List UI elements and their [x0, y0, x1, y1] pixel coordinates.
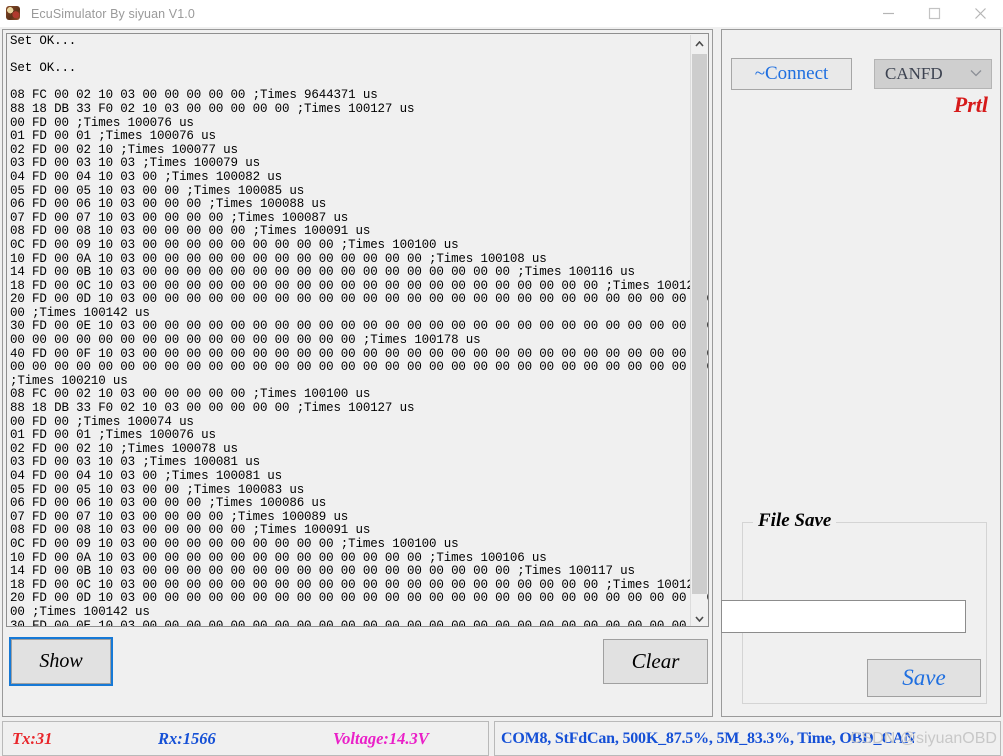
protocol-label: Prtl — [953, 92, 988, 117]
status-bar: Tx:31 Rx:1566 Voltage:14.3V COM8, StFdCa… — [0, 721, 1003, 756]
application-window: EcuSimulator By siyuan V1.0 Set OK... Se… — [0, 0, 1003, 756]
connection-config-text: COM8, StFdCan, 500K_87.5%, 5M_83.3%, Tim… — [501, 729, 916, 747]
chevron-down-icon[interactable] — [691, 610, 708, 626]
tx-counter: Tx:31 — [12, 728, 53, 748]
voltage-readout: Voltage:14.3V — [333, 728, 429, 748]
chevron-down-icon — [970, 69, 982, 80]
maximize-icon[interactable] — [911, 0, 957, 27]
main-content: Set OK... Set OK... 08 FC 00 02 10 03 00… — [0, 27, 1003, 721]
status-counters: Tx:31 Rx:1566 Voltage:14.3V — [2, 721, 489, 756]
title-bar: EcuSimulator By siyuan V1.0 — [0, 0, 1003, 28]
protocol-select-value: CANFD — [885, 64, 943, 83]
scrollbar-thumb[interactable] — [692, 54, 707, 594]
window-title: EcuSimulator By siyuan V1.0 — [31, 6, 195, 21]
log-panel: Set OK... Set OK... 08 FC 00 02 10 03 00… — [2, 29, 713, 717]
log-output-area[interactable]: Set OK... Set OK... 08 FC 00 02 10 03 00… — [6, 33, 709, 627]
chevron-up-icon[interactable] — [691, 35, 708, 52]
rx-counter: Rx:1566 — [158, 728, 216, 748]
window-controls — [865, 0, 1003, 27]
clear-button[interactable]: Clear — [603, 639, 708, 684]
connect-button[interactable]: ~Connect — [731, 58, 852, 90]
status-config: COM8, StFdCan, 500K_87.5%, 5M_83.3%, Tim… — [494, 721, 1001, 756]
log-scrollbar[interactable] — [690, 35, 708, 626]
close-icon[interactable] — [957, 0, 1003, 27]
file-path-input[interactable] — [721, 600, 966, 633]
save-button[interactable]: Save — [867, 659, 981, 697]
log-text: Set OK... Set OK... 08 FC 00 02 10 03 00… — [10, 34, 708, 627]
file-save-title: File Save — [753, 510, 837, 532]
show-button[interactable]: Show — [9, 637, 113, 686]
log-button-row: Show Clear — [6, 631, 709, 713]
minimize-icon[interactable] — [865, 0, 911, 27]
shield-icon — [6, 5, 22, 22]
protocol-select[interactable]: CANFD — [874, 59, 992, 89]
